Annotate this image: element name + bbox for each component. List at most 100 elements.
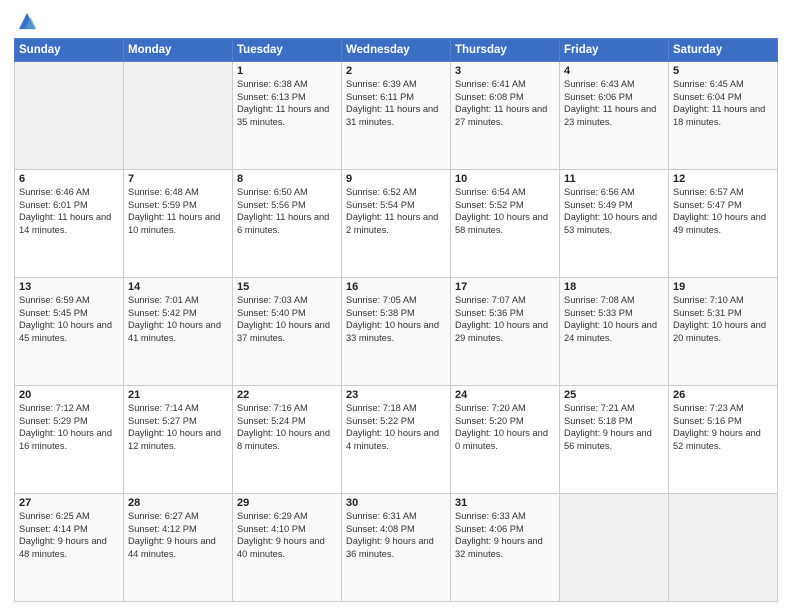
day-number: 20 [19,389,119,401]
day-info: Sunrise: 6:38 AM Sunset: 6:13 PM Dayligh… [237,78,337,128]
day-number: 2 [346,65,446,77]
day-number: 8 [237,173,337,185]
header-tuesday: Tuesday [233,39,342,62]
week-row-1: 6Sunrise: 6:46 AM Sunset: 6:01 PM Daylig… [15,170,778,278]
day-cell: 25Sunrise: 7:21 AM Sunset: 5:18 PM Dayli… [560,386,669,494]
day-info: Sunrise: 6:52 AM Sunset: 5:54 PM Dayligh… [346,186,446,236]
day-number: 14 [128,281,228,293]
day-cell: 18Sunrise: 7:08 AM Sunset: 5:33 PM Dayli… [560,278,669,386]
day-info: Sunrise: 6:57 AM Sunset: 5:47 PM Dayligh… [673,186,773,236]
day-info: Sunrise: 6:54 AM Sunset: 5:52 PM Dayligh… [455,186,555,236]
day-cell: 29Sunrise: 6:29 AM Sunset: 4:10 PM Dayli… [233,494,342,602]
day-info: Sunrise: 7:07 AM Sunset: 5:36 PM Dayligh… [455,294,555,344]
day-info: Sunrise: 7:23 AM Sunset: 5:16 PM Dayligh… [673,402,773,452]
day-number: 7 [128,173,228,185]
week-row-4: 27Sunrise: 6:25 AM Sunset: 4:14 PM Dayli… [15,494,778,602]
day-number: 1 [237,65,337,77]
day-cell: 4Sunrise: 6:43 AM Sunset: 6:06 PM Daylig… [560,62,669,170]
day-cell [15,62,124,170]
day-cell: 21Sunrise: 7:14 AM Sunset: 5:27 PM Dayli… [124,386,233,494]
header-wednesday: Wednesday [342,39,451,62]
day-cell: 8Sunrise: 6:50 AM Sunset: 5:56 PM Daylig… [233,170,342,278]
day-info: Sunrise: 6:46 AM Sunset: 6:01 PM Dayligh… [19,186,119,236]
day-cell [560,494,669,602]
day-cell: 17Sunrise: 7:07 AM Sunset: 5:36 PM Dayli… [451,278,560,386]
day-cell: 3Sunrise: 6:41 AM Sunset: 6:08 PM Daylig… [451,62,560,170]
day-info: Sunrise: 7:16 AM Sunset: 5:24 PM Dayligh… [237,402,337,452]
header-saturday: Saturday [669,39,778,62]
day-cell: 26Sunrise: 7:23 AM Sunset: 5:16 PM Dayli… [669,386,778,494]
day-info: Sunrise: 6:41 AM Sunset: 6:08 PM Dayligh… [455,78,555,128]
day-cell: 14Sunrise: 7:01 AM Sunset: 5:42 PM Dayli… [124,278,233,386]
day-number: 16 [346,281,446,293]
header-sunday: Sunday [15,39,124,62]
day-cell: 19Sunrise: 7:10 AM Sunset: 5:31 PM Dayli… [669,278,778,386]
header-row: SundayMondayTuesdayWednesdayThursdayFrid… [15,39,778,62]
day-number: 27 [19,497,119,509]
calendar-table: SundayMondayTuesdayWednesdayThursdayFrid… [14,38,778,602]
day-number: 13 [19,281,119,293]
day-cell: 10Sunrise: 6:54 AM Sunset: 5:52 PM Dayli… [451,170,560,278]
day-cell: 13Sunrise: 6:59 AM Sunset: 5:45 PM Dayli… [15,278,124,386]
day-cell [124,62,233,170]
day-info: Sunrise: 6:43 AM Sunset: 6:06 PM Dayligh… [564,78,664,128]
day-number: 29 [237,497,337,509]
day-cell: 23Sunrise: 7:18 AM Sunset: 5:22 PM Dayli… [342,386,451,494]
day-number: 5 [673,65,773,77]
day-cell: 5Sunrise: 6:45 AM Sunset: 6:04 PM Daylig… [669,62,778,170]
header-friday: Friday [560,39,669,62]
calendar-body: 1Sunrise: 6:38 AM Sunset: 6:13 PM Daylig… [15,62,778,602]
day-info: Sunrise: 6:56 AM Sunset: 5:49 PM Dayligh… [564,186,664,236]
day-number: 4 [564,65,664,77]
day-number: 31 [455,497,555,509]
day-cell: 20Sunrise: 7:12 AM Sunset: 5:29 PM Dayli… [15,386,124,494]
day-number: 10 [455,173,555,185]
day-info: Sunrise: 7:14 AM Sunset: 5:27 PM Dayligh… [128,402,228,452]
day-number: 18 [564,281,664,293]
day-info: Sunrise: 7:08 AM Sunset: 5:33 PM Dayligh… [564,294,664,344]
day-cell: 27Sunrise: 6:25 AM Sunset: 4:14 PM Dayli… [15,494,124,602]
day-cell: 28Sunrise: 6:27 AM Sunset: 4:12 PM Dayli… [124,494,233,602]
day-info: Sunrise: 6:27 AM Sunset: 4:12 PM Dayligh… [128,510,228,560]
day-cell: 16Sunrise: 7:05 AM Sunset: 5:38 PM Dayli… [342,278,451,386]
day-cell: 22Sunrise: 7:16 AM Sunset: 5:24 PM Dayli… [233,386,342,494]
day-number: 17 [455,281,555,293]
day-info: Sunrise: 7:21 AM Sunset: 5:18 PM Dayligh… [564,402,664,452]
day-info: Sunrise: 6:39 AM Sunset: 6:11 PM Dayligh… [346,78,446,128]
day-number: 30 [346,497,446,509]
day-number: 6 [19,173,119,185]
week-row-2: 13Sunrise: 6:59 AM Sunset: 5:45 PM Dayli… [15,278,778,386]
day-cell: 30Sunrise: 6:31 AM Sunset: 4:08 PM Dayli… [342,494,451,602]
header-monday: Monday [124,39,233,62]
header [14,10,778,32]
header-thursday: Thursday [451,39,560,62]
day-info: Sunrise: 6:45 AM Sunset: 6:04 PM Dayligh… [673,78,773,128]
day-number: 9 [346,173,446,185]
day-cell [669,494,778,602]
day-info: Sunrise: 6:31 AM Sunset: 4:08 PM Dayligh… [346,510,446,560]
day-info: Sunrise: 6:48 AM Sunset: 5:59 PM Dayligh… [128,186,228,236]
calendar-header: SundayMondayTuesdayWednesdayThursdayFrid… [15,39,778,62]
day-number: 23 [346,389,446,401]
day-number: 21 [128,389,228,401]
day-number: 26 [673,389,773,401]
day-cell: 1Sunrise: 6:38 AM Sunset: 6:13 PM Daylig… [233,62,342,170]
day-cell: 9Sunrise: 6:52 AM Sunset: 5:54 PM Daylig… [342,170,451,278]
day-number: 11 [564,173,664,185]
day-info: Sunrise: 7:20 AM Sunset: 5:20 PM Dayligh… [455,402,555,452]
day-number: 25 [564,389,664,401]
day-number: 28 [128,497,228,509]
day-number: 15 [237,281,337,293]
week-row-0: 1Sunrise: 6:38 AM Sunset: 6:13 PM Daylig… [15,62,778,170]
day-cell: 7Sunrise: 6:48 AM Sunset: 5:59 PM Daylig… [124,170,233,278]
day-cell: 15Sunrise: 7:03 AM Sunset: 5:40 PM Dayli… [233,278,342,386]
day-number: 3 [455,65,555,77]
day-cell: 11Sunrise: 6:56 AM Sunset: 5:49 PM Dayli… [560,170,669,278]
day-number: 22 [237,389,337,401]
day-cell: 6Sunrise: 6:46 AM Sunset: 6:01 PM Daylig… [15,170,124,278]
day-info: Sunrise: 6:50 AM Sunset: 5:56 PM Dayligh… [237,186,337,236]
day-info: Sunrise: 7:05 AM Sunset: 5:38 PM Dayligh… [346,294,446,344]
day-cell: 24Sunrise: 7:20 AM Sunset: 5:20 PM Dayli… [451,386,560,494]
day-info: Sunrise: 6:59 AM Sunset: 5:45 PM Dayligh… [19,294,119,344]
week-row-3: 20Sunrise: 7:12 AM Sunset: 5:29 PM Dayli… [15,386,778,494]
